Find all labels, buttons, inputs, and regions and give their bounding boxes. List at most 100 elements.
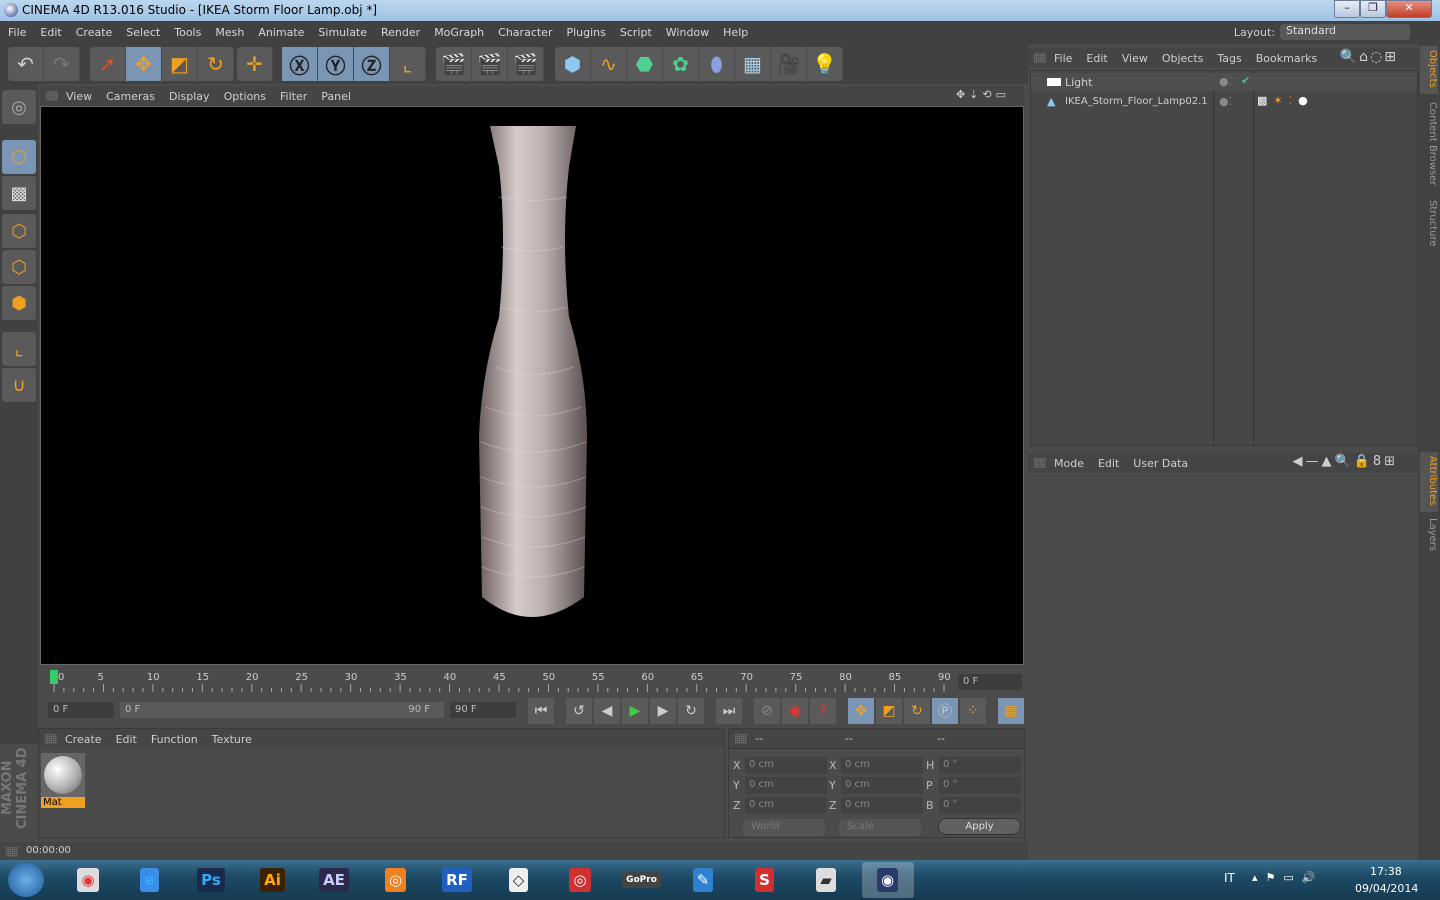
attributes-menu-edit[interactable]: Edit <box>1098 457 1119 470</box>
minimize-button[interactable]: – <box>1334 0 1360 18</box>
3d-viewport[interactable] <box>40 106 1024 665</box>
start-button[interactable] <box>8 863 44 897</box>
object-tags-icons[interactable]: ▩✶⁚● <box>1257 94 1314 107</box>
redo-icon[interactable]: ↷ <box>44 47 80 81</box>
snap-magnet-icon[interactable]: ∪ <box>2 368 36 402</box>
floor-icon[interactable]: ▦ <box>735 47 771 81</box>
attributes-toolbar-icons[interactable]: ◀—▲🔍🔒8⊞ <box>1292 454 1398 469</box>
edges-mode-icon[interactable]: ⬡ <box>2 250 36 284</box>
key-rotation-icon[interactable]: ↻ <box>904 698 930 724</box>
coord-field[interactable]: 0 ° <box>939 777 1021 794</box>
move-tool-icon[interactable]: ✥ <box>126 47 162 81</box>
next-key-icon[interactable]: ↻ <box>678 698 704 724</box>
tab-layers[interactable]: Layers <box>1420 514 1438 554</box>
taskbar-app-ps[interactable]: Ps <box>185 862 237 898</box>
menu-select[interactable]: Select <box>126 26 160 44</box>
key-scale-icon[interactable]: ◩ <box>876 698 902 724</box>
visibility-dots-icon[interactable]: ●⁚ <box>1219 95 1232 108</box>
menu-file[interactable]: File <box>8 26 26 44</box>
rotate-tool-icon[interactable]: ↻ <box>198 47 234 81</box>
next-frame-icon[interactable]: ▶ <box>650 698 676 724</box>
deformer-icon[interactable]: ⬮ <box>699 47 735 81</box>
frame-range-slider[interactable]: 0 F 90 F <box>120 702 444 718</box>
menu-window[interactable]: Window <box>666 26 709 44</box>
light-icon[interactable]: 💡 <box>807 47 843 81</box>
model-mode-icon[interactable]: ⬡ <box>2 140 36 174</box>
menu-simulate[interactable]: Simulate <box>318 26 367 44</box>
key-position-icon[interactable]: ✥ <box>848 698 874 724</box>
texture-mode-icon[interactable]: ▩ <box>2 176 36 210</box>
viewport-menu-cameras[interactable]: Cameras <box>106 90 155 103</box>
key-parameter-icon[interactable]: Ⓟ <box>932 698 958 724</box>
coord-field[interactable]: 0 cm <box>745 797 827 814</box>
keyframe-disabled-icon[interactable]: ⊘ <box>754 698 780 724</box>
record-icon[interactable]: ◉ <box>782 698 808 724</box>
key-pla-icon[interactable]: ⁘ <box>960 698 986 724</box>
taskbar-app-rhino[interactable]: ▰ <box>800 862 852 898</box>
object-row-lamp[interactable]: ▲ IKEA_Storm_Floor_Lamp02.1 ●⁚ ▩✶⁚● <box>1031 93 1417 111</box>
undo-icon[interactable]: ↶ <box>8 47 44 81</box>
scale-tool-icon[interactable]: ◩ <box>162 47 198 81</box>
taskbar-app-picasa[interactable]: ◎ <box>554 862 606 898</box>
current-frame-field[interactable]: 0 F <box>958 674 1022 690</box>
objects-menu-tags[interactable]: Tags <box>1217 52 1241 65</box>
objects-toolbar-icons[interactable]: 🔍⌂◌⊞ <box>1340 49 1398 65</box>
taskbar-app-gopro[interactable]: GoPro <box>616 862 668 898</box>
menu-mograph[interactable]: MoGraph <box>434 26 484 44</box>
go-to-start-icon[interactable]: ⏮ <box>528 698 554 724</box>
material-menu-create[interactable]: Create <box>65 733 102 746</box>
taskbar-app-sketchup[interactable]: S <box>739 862 791 898</box>
material-tag-icon[interactable]: ● <box>1298 94 1314 107</box>
phong-tag-icon[interactable]: ✶ <box>1273 94 1288 107</box>
apply-button[interactable]: Apply <box>938 818 1021 835</box>
clock-date[interactable]: 09/04/2014 <box>1355 882 1418 895</box>
tab-structure[interactable]: Structure <box>1420 196 1438 252</box>
taskbar-app-blender[interactable]: ◎ <box>370 862 422 898</box>
menu-edit[interactable]: Edit <box>40 26 61 44</box>
y-axis-icon[interactable]: Ⓨ <box>318 47 354 81</box>
render-picture-viewer-icon[interactable]: 🎬 <box>472 47 508 81</box>
make-editable-icon[interactable]: ◎ <box>2 90 36 124</box>
coordinate-system-dropdown[interactable]: World <box>743 819 825 836</box>
menu-plugins[interactable]: Plugins <box>566 26 605 44</box>
render-settings-icon[interactable]: 🎬 <box>508 47 544 81</box>
objects-menu-objects[interactable]: Objects <box>1162 52 1204 65</box>
attributes-menu-user-data[interactable]: User Data <box>1133 457 1188 470</box>
autokey-icon[interactable]: ? <box>810 698 836 724</box>
x-axis-icon[interactable]: Ⓧ <box>282 47 318 81</box>
maximize-button[interactable]: ❐ <box>1360 0 1386 18</box>
camera-icon[interactable]: 🎥 <box>771 47 807 81</box>
previous-frame-icon[interactable]: ◀ <box>594 698 620 724</box>
playhead[interactable] <box>50 670 58 684</box>
material-swatch[interactable]: Mat <box>41 753 85 811</box>
objects-menu-bookmarks[interactable]: Bookmarks <box>1256 52 1317 65</box>
visibility-dots-icon[interactable]: ●⁚ <box>1219 75 1232 88</box>
coord-field[interactable]: 0 ° <box>939 797 1021 814</box>
menu-tools[interactable]: Tools <box>174 26 201 44</box>
start-frame-field[interactable]: 0 F <box>48 702 114 718</box>
viewport-menu-display[interactable]: Display <box>169 90 210 103</box>
viewport-menu-filter[interactable]: Filter <box>280 90 307 103</box>
play-icon[interactable]: ▶ <box>622 698 648 724</box>
coord-field[interactable]: 0 cm <box>841 777 923 794</box>
taskbar-app-ai[interactable]: Ai <box>247 862 299 898</box>
taskbar-app-chrome[interactable]: ◉ <box>62 862 114 898</box>
previous-key-icon[interactable]: ↺ <box>566 698 592 724</box>
objects-menu-file[interactable]: File <box>1054 52 1072 65</box>
menu-help[interactable]: Help <box>723 26 748 44</box>
objects-menu-view[interactable]: View <box>1122 52 1148 65</box>
tab-content-browser[interactable]: Content Browser <box>1420 98 1438 194</box>
menu-render[interactable]: Render <box>381 26 420 44</box>
points-mode-icon[interactable]: ⬡ <box>2 214 36 248</box>
layout-dropdown[interactable]: Standard <box>1280 24 1410 40</box>
menu-animate[interactable]: Animate <box>258 26 304 44</box>
clock-time[interactable]: 17:38 <box>1370 865 1402 878</box>
attributes-menu-mode[interactable]: Mode <box>1054 457 1084 470</box>
tab-attributes[interactable]: Attributes <box>1420 452 1438 512</box>
viewport-menu-panel[interactable]: Panel <box>321 90 351 103</box>
z-axis-icon[interactable]: Ⓩ <box>354 47 390 81</box>
close-button[interactable]: ✕ <box>1386 0 1432 18</box>
tab-objects[interactable]: Objects <box>1420 46 1438 94</box>
taskbar-app-internet-explorer[interactable]: e <box>124 862 176 898</box>
material-menu-texture[interactable]: Texture <box>212 733 252 746</box>
